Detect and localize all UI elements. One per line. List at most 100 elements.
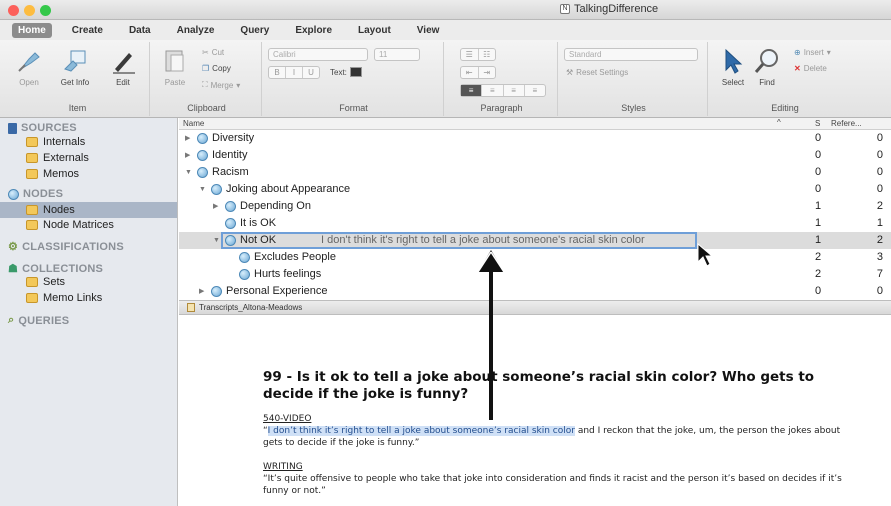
disclosure-down-icon[interactable]: ▼ [213,237,221,244]
justify-icon[interactable]: ≡ [525,85,545,96]
pin-icon [18,52,40,72]
folder-icon [26,137,38,147]
node-row-racism[interactable]: ▼ Racism 0 0 [179,164,891,181]
cut-button[interactable]: ✂ Cut [202,48,224,57]
list-buttons: ☰ ☷ [460,48,496,61]
tab-data[interactable]: Data [123,23,157,38]
node-row-it-is-ok[interactable]: It is OK 1 1 [179,215,891,232]
delete-button[interactable]: ✕ Delete [794,64,827,73]
tab-view[interactable]: View [411,23,446,38]
minimize-window-button[interactable] [24,5,35,16]
references-count: 0 [876,183,883,195]
find-button[interactable]: Find [746,46,788,87]
paste-label: Paste [164,78,186,87]
close-window-button[interactable] [8,5,19,16]
tab-home[interactable]: Home [12,22,52,38]
node-row-diversity[interactable]: ▶ Diversity 0 0 [179,130,891,147]
node-row-joking-about-appearance[interactable]: ▼ Joking about Appearance 0 0 [179,181,891,198]
document-tab-title[interactable]: Transcripts_Altona-Meadows [199,303,302,312]
node-row-excludes-people[interactable]: Excludes People 2 3 [179,249,891,266]
column-header-sources[interactable]: S [815,119,820,128]
reset-settings-button[interactable]: ⚒ Reset Settings [566,68,628,77]
disclosure-right-icon[interactable]: ▶ [185,151,193,159]
disclosure-right-icon[interactable]: ▶ [185,134,193,142]
paste-button[interactable]: Paste [154,46,196,87]
bold-button[interactable]: B [269,67,286,78]
sidebar-item-internals[interactable]: Internals [26,136,85,148]
classifications-section[interactable]: ⚙ CLASSIFICATIONS [8,240,124,254]
video-quote[interactable]: “I don’t think it’s right to tell a joke… [263,425,843,449]
align-right-icon[interactable]: ≡ [504,85,525,96]
align-left-icon[interactable]: ≡ [461,85,483,96]
node-row-depending-on[interactable]: ▶ Depending On 1 2 [179,198,891,215]
tab-layout[interactable]: Layout [352,23,397,38]
paragraph-group-label: Paragraph [480,103,523,113]
node-icon [239,251,250,263]
node-row-personal-experience[interactable]: ▶ Personal Experience 0 0 [179,283,891,297]
copy-button[interactable]: ❐ Copy [202,64,231,73]
tab-create[interactable]: Create [66,23,109,38]
font-family-select[interactable]: Calibri [268,48,368,61]
number-list-icon[interactable]: ☷ [479,49,496,60]
writing-section-label: WRITING [263,461,843,473]
sidebar-item-memo-links[interactable]: Memo Links [26,292,102,304]
item-group-label: Item [68,103,87,113]
internals-label: Internals [43,136,86,148]
disclosure-right-icon[interactable]: ▶ [213,202,221,210]
disclosure-down-icon[interactable]: ▼ [199,186,207,193]
open-button[interactable]: Open [8,46,50,87]
underline-button[interactable]: U [303,67,319,78]
ribbon-group-format: Calibri 11 B I U Text: Format [264,42,444,116]
tab-query[interactable]: Query [234,23,275,38]
sidebar-item-memos[interactable]: Memos [26,168,79,180]
memo-links-label: Memo Links [43,292,103,304]
node-name: Joking about Appearance [226,183,351,195]
node-row-hurts-feelings[interactable]: Hurts feelings 2 7 [179,266,891,283]
sources-count: 1 [814,200,822,212]
node-name: Personal Experience [226,285,328,297]
nodes-section[interactable]: NODES [8,188,63,200]
queries-section[interactable]: ⌕ QUERIES [8,314,69,327]
node-row-identity[interactable]: ▶ Identity 0 0 [179,147,891,164]
style-select[interactable]: Standard [564,48,698,61]
sidebar-item-nodes[interactable]: Nodes [0,202,177,218]
document-view[interactable]: 99 - Is it ok to tell a joke about someo… [179,315,891,506]
font-size-select[interactable]: 11 [374,48,420,61]
text-color-button[interactable]: Text: [330,67,362,77]
externals-label: Externals [43,152,89,164]
insert-icon: ⊕ [794,48,801,57]
disclosure-right-icon[interactable]: ▶ [199,287,207,295]
highlighted-selection[interactable]: I don’t think it’s right to tell a joke … [267,426,575,436]
sidebar-item-externals[interactable]: Externals [26,152,89,164]
collections-section[interactable]: ☗ COLLECTIONS [8,262,103,276]
style-value: Standard [569,50,602,59]
italic-button[interactable]: I [286,67,303,78]
sidebar-item-sets[interactable]: Sets [26,276,65,288]
indent-icon[interactable]: ⇥ [479,67,496,78]
sources-section[interactable]: SOURCES [8,122,77,134]
document-tab-bar: Transcripts_Altona-Meadows [179,300,891,315]
writing-quote: “It’s quite offensive to people who take… [263,474,842,496]
edit-button[interactable]: Edit [102,46,144,87]
insert-button[interactable]: ⊕ Insert ▾ [794,48,831,57]
tab-analyze[interactable]: Analyze [171,23,221,38]
sort-caret-icon[interactable]: ^ [777,118,781,127]
tab-explore[interactable]: Explore [289,23,338,38]
sidebar-item-node-matrices[interactable]: Node Matrices [26,219,114,231]
sources-count: 0 [814,285,822,297]
references-count: 0 [876,132,883,144]
references-count: 0 [876,166,883,178]
merge-button[interactable]: ⛶ Merge ▾ [202,80,240,90]
bullet-list-icon[interactable]: ☰ [461,49,479,60]
column-header-name[interactable]: Name [183,119,204,128]
open-label: Open [19,78,39,87]
memos-label: Memos [43,168,80,180]
disclosure-down-icon[interactable]: ▼ [185,169,193,176]
classification-icon: ⚙ [8,241,19,253]
outdent-icon[interactable]: ⇤ [461,67,479,78]
align-center-icon[interactable]: ≡ [482,85,504,96]
zoom-window-button[interactable] [40,5,51,16]
column-header-references[interactable]: Refere... [831,119,862,128]
node-icon [211,285,222,297]
get-info-button[interactable]: Get Info [54,46,96,87]
